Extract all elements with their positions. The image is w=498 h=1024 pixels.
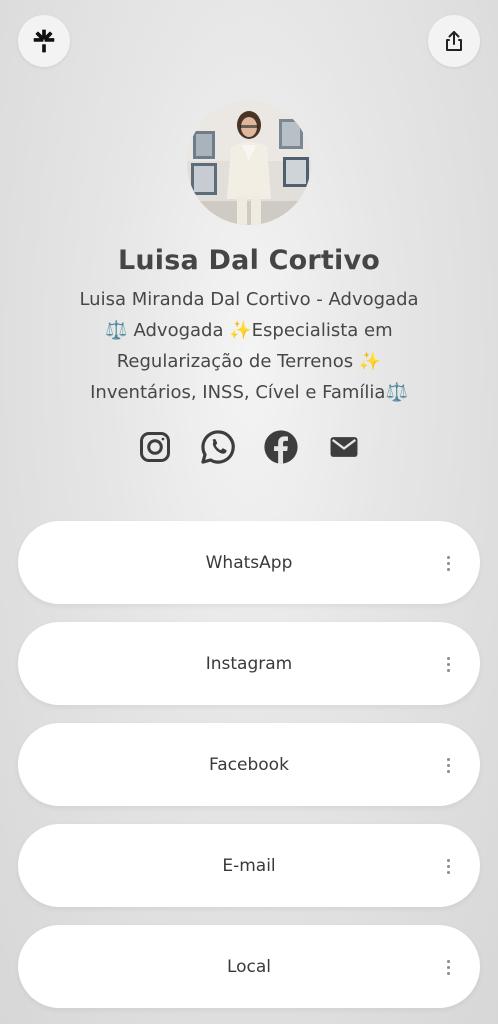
link-label: Local [226, 956, 272, 977]
share-button[interactable] [428, 15, 480, 67]
link-facebook-button[interactable]: Facebook [18, 723, 480, 806]
facebook-link[interactable] [262, 428, 300, 466]
more-options-icon[interactable] [438, 551, 458, 575]
whatsapp-link[interactable] [199, 428, 237, 466]
linktree-asterisk-icon [33, 29, 55, 53]
profile-name: Luisa Dal Cortivo [117, 245, 381, 276]
instagram-link[interactable] [136, 428, 174, 466]
link-label: E-mail [222, 855, 276, 876]
bio-line: Luisa Miranda Dal Cortivo - Advogada [79, 289, 419, 310]
profile-bio: Luisa Miranda Dal Cortivo - Advogada ⚖️ … [30, 284, 468, 408]
more-options-icon[interactable] [438, 955, 458, 979]
more-options-icon[interactable] [438, 652, 458, 676]
link-whatsapp-button[interactable]: WhatsApp [18, 521, 480, 604]
link-label: WhatsApp [205, 552, 293, 573]
link-label: Facebook [209, 754, 289, 775]
more-options-icon[interactable] [438, 854, 458, 878]
bio-line: Inventários, INSS, Cível e Família⚖️ [90, 382, 408, 403]
bio-line: Regularização de Terrenos ✨ [116, 351, 382, 372]
bio-line: ⚖️ Advogada ✨Especialista em [105, 320, 393, 341]
linktree-logo-button[interactable] [18, 15, 70, 67]
social-icons-row [0, 428, 498, 466]
instagram-icon [139, 432, 170, 462]
facebook-icon [263, 430, 298, 464]
more-options-icon[interactable] [438, 753, 458, 777]
share-icon [446, 31, 462, 51]
link-instagram-button[interactable]: Instagram [18, 622, 480, 705]
avatar [187, 101, 311, 225]
email-icon [330, 437, 357, 457]
link-local-button[interactable]: Local [18, 925, 480, 1008]
whatsapp-icon [200, 430, 235, 464]
link-email-button[interactable]: E-mail [18, 824, 480, 907]
link-label: Instagram [205, 653, 293, 674]
email-link[interactable] [325, 428, 363, 466]
